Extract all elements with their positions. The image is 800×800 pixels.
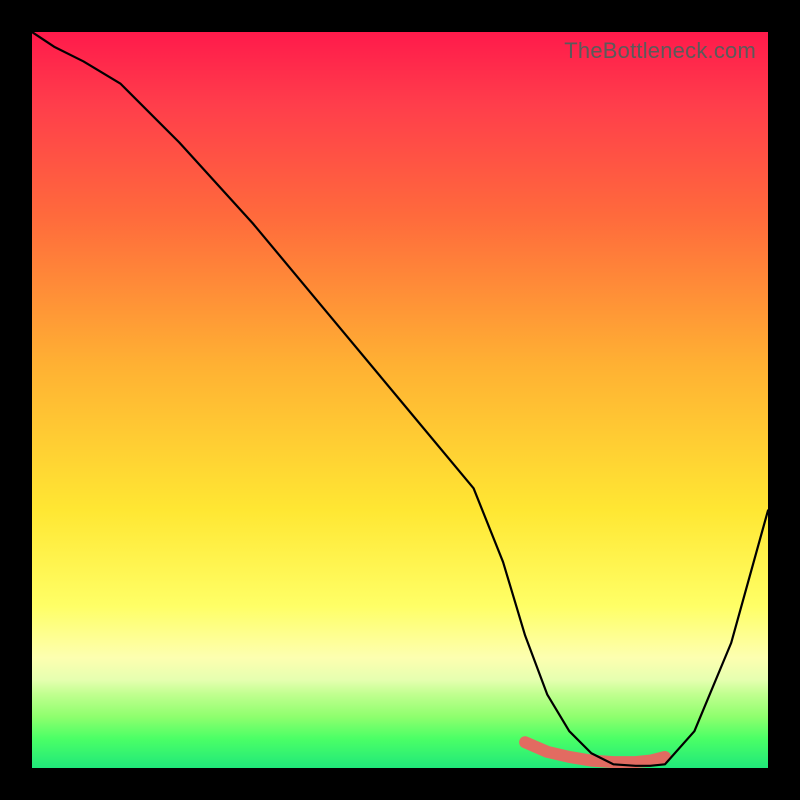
chart-frame: TheBottleneck.com xyxy=(0,0,800,800)
optimal-range-highlight xyxy=(525,742,665,762)
bottleneck-curve xyxy=(32,32,768,766)
curve-layer xyxy=(32,32,768,768)
plot-area: TheBottleneck.com xyxy=(32,32,768,768)
